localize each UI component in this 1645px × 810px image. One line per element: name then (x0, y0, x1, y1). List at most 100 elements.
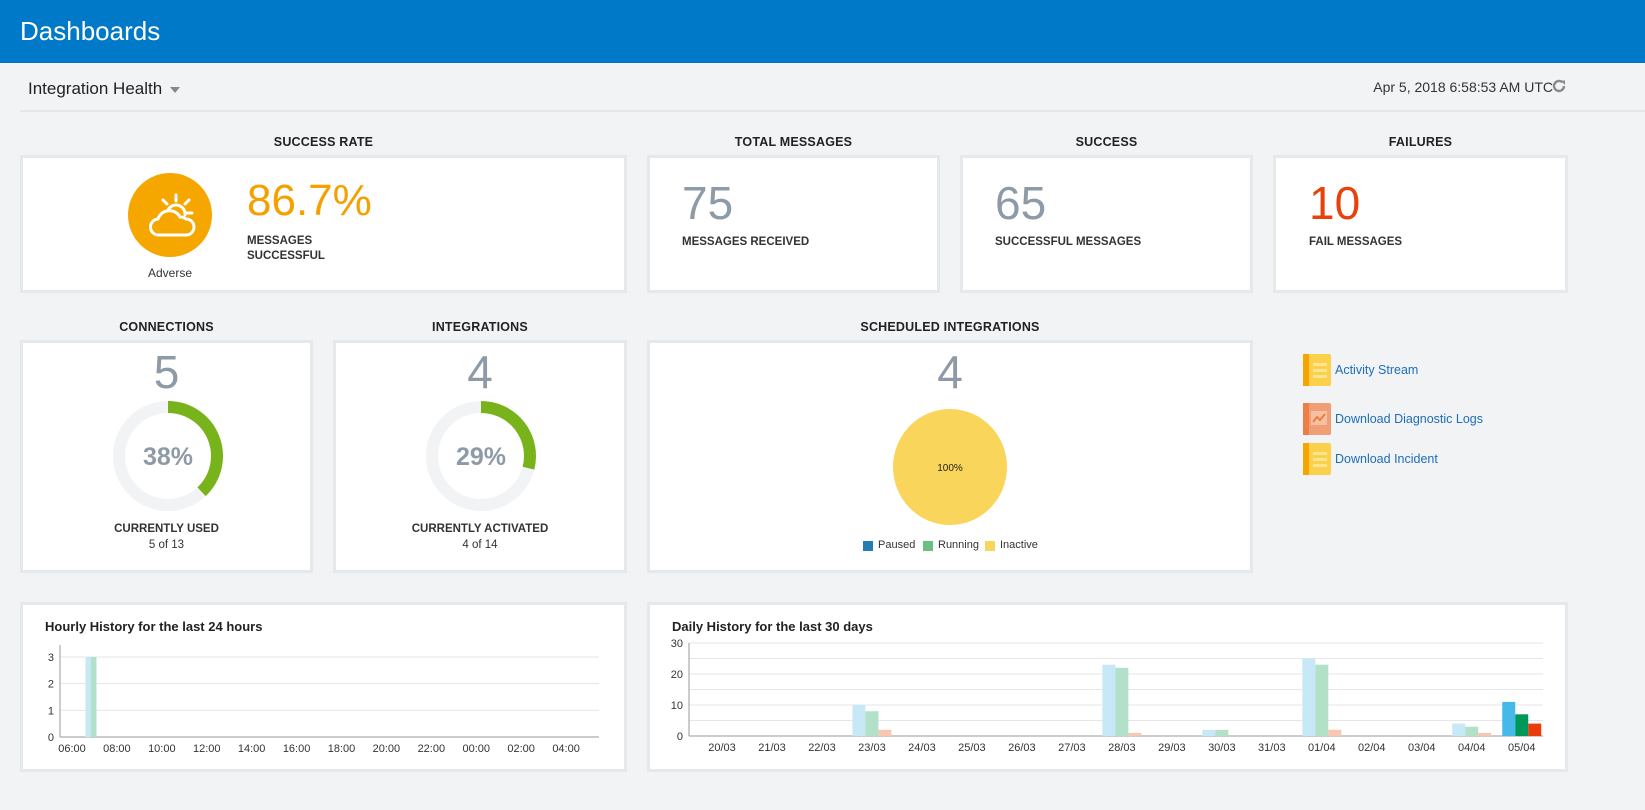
x-tick-label: 20:00 (373, 743, 401, 755)
connections-title: CONNECTIONS (119, 320, 214, 334)
bar-successful (1315, 664, 1329, 736)
success-value: 65 (995, 177, 1047, 229)
download-incident-link[interactable]: Download Incident (1303, 443, 1563, 475)
y-tick-label: 2 (48, 679, 54, 691)
bar-received (85, 657, 91, 737)
download-incident-label: Download Incident (1335, 452, 1438, 466)
x-tick-label: 00:00 (462, 743, 490, 755)
bar-successful (1215, 729, 1229, 736)
incident-icon (1303, 443, 1331, 475)
integrations-card: 4 29% CURRENTLY ACTIVATED 4 of 14 (333, 340, 627, 573)
x-tick-label: 04:00 (552, 743, 580, 755)
failures-label: FAIL MESSAGES (1309, 236, 1403, 248)
x-tick-label: 31/03 (1258, 742, 1286, 754)
app-header: Dashboards (0, 0, 1645, 63)
chevron-down-icon (170, 86, 181, 93)
x-tick-label: 16:00 (283, 743, 311, 755)
hourly-history-card: Hourly History for the last 24 hours 012… (20, 602, 627, 772)
success-rate-title: SUCCESS RATE (273, 135, 374, 149)
last-updated-timestamp: Apr 5, 2018 6:58:53 AM UTC (1373, 79, 1553, 95)
integrations-percent: 29% (456, 443, 506, 471)
bar-received (1452, 723, 1466, 736)
legend-swatch-running (923, 541, 933, 551)
x-tick-label: 25/03 (958, 742, 986, 754)
total-messages-card: 75 MESSAGES RECEIVED (647, 155, 940, 293)
legend-swatch-inactive (985, 541, 995, 551)
connections-detail: 5 of 13 (148, 539, 185, 551)
download-diagnostic-logs-link[interactable]: Download Diagnostic Logs (1303, 403, 1563, 435)
partly-cloudy-icon (128, 173, 212, 257)
x-tick-label: 22/03 (808, 742, 836, 754)
x-tick-label: 06:00 (58, 743, 86, 755)
success-rate-label-line2: SUCCESSFUL (247, 250, 325, 262)
daily-history-card: Daily History for the last 30 days 0 10 20… (647, 602, 1568, 772)
integrations-title: INTEGRATIONS (432, 320, 528, 334)
bar-successful (865, 711, 879, 736)
x-tick-label: 20/03 (708, 742, 736, 754)
download-diagnostic-logs-label: Download Diagnostic Logs (1335, 412, 1484, 426)
connections-value: 5 (153, 346, 180, 398)
scheduled-integrations-title: SCHEDULED INTEGRATIONS (860, 320, 1040, 334)
connections-donut: 38% (113, 401, 223, 511)
bar-successful (90, 657, 97, 737)
bar-failed (878, 729, 892, 736)
legend-swatch-paused (863, 541, 873, 551)
x-tick-label: 27/03 (1058, 742, 1086, 754)
bar-failed (1328, 729, 1342, 736)
failures-title: FAILURES (1388, 135, 1453, 149)
x-tick-label: 28/03 (1108, 742, 1136, 754)
x-tick-label: 02/04 (1358, 742, 1386, 754)
x-tick-label: 03/04 (1408, 742, 1436, 754)
hourly-history-chart: 0 1 2 3 06:00 08:00 10:00 12:00 14:00 16:00 18:00 2… (48, 645, 599, 755)
success-title: SUCCESS (1075, 135, 1138, 149)
integrations-donut: 29% (426, 401, 536, 511)
dashboard-name: Integration Health (28, 79, 163, 98)
bar-successful (1115, 667, 1129, 736)
x-tick-label: 14:00 (238, 743, 266, 755)
x-tick-label: 23/03 (858, 742, 886, 754)
x-tick-label: 21/03 (758, 742, 786, 754)
success-rate-label-line1: MESSAGES (247, 235, 313, 247)
bar-received (1202, 729, 1216, 736)
x-tick-label: 08:00 (103, 743, 131, 755)
success-rate-card: Adverse 86.7% MESSAGES SUCCESSFUL (20, 155, 627, 293)
bar-failed (1128, 732, 1142, 736)
app-title: Dashboards (20, 16, 161, 46)
x-tick-label: 22:00 (418, 743, 446, 755)
legend-label-inactive: Inactive (1000, 539, 1038, 551)
x-tick-label: 02:00 (507, 743, 535, 755)
integrations-detail: 4 of 14 (462, 539, 498, 551)
pie-legend: Paused Running Inactive (863, 539, 1043, 553)
x-tick-label: 24/03 (908, 742, 936, 754)
y-tick-label: 30 (671, 638, 683, 650)
connections-percent: 38% (143, 443, 193, 471)
bar-received (1302, 658, 1316, 736)
legend-label-running: Running (938, 539, 979, 551)
activity-stream-label: Activity Stream (1335, 363, 1419, 377)
bar-received (1502, 701, 1516, 736)
scheduled-value: 4 (937, 346, 963, 398)
scheduled-pie-chart: 100% (893, 409, 1007, 525)
refresh-icon[interactable] (1551, 78, 1569, 96)
scheduled-integrations-card: 4 100% Paused Running Inactive (647, 340, 1253, 573)
bar-failed (1528, 723, 1542, 736)
x-tick-label: 18:00 (328, 743, 356, 755)
bar-failed (1478, 732, 1492, 736)
total-messages-label: MESSAGES RECEIVED (682, 236, 810, 248)
daily-history-chart: 0 10 20 30 20/03 21/03 22/03 23/03 24/03 25/03 26/… (671, 638, 1543, 754)
activity-stream-link[interactable]: Activity Stream (1303, 354, 1563, 386)
x-tick-label: 30/03 (1208, 742, 1236, 754)
dashboard-selector[interactable]: Integration Health (28, 79, 181, 99)
failures-value: 10 (1309, 177, 1361, 229)
x-tick-label: 04/04 (1458, 742, 1486, 754)
connections-card: 5 38% CURRENTLY USED 5 of 13 (20, 340, 313, 573)
total-messages-title: TOTAL MESSAGES (734, 135, 853, 149)
y-tick-label: 0 (48, 732, 54, 744)
bar-successful (1465, 726, 1479, 736)
connections-label: CURRENTLY USED (114, 523, 219, 535)
integrations-value: 4 (467, 346, 493, 398)
bar-received (1102, 664, 1116, 736)
health-status-label: Adverse (147, 266, 193, 280)
x-tick-label: 05/04 (1508, 742, 1536, 754)
success-card: 65 SUCCESSFUL MESSAGES (960, 155, 1253, 293)
